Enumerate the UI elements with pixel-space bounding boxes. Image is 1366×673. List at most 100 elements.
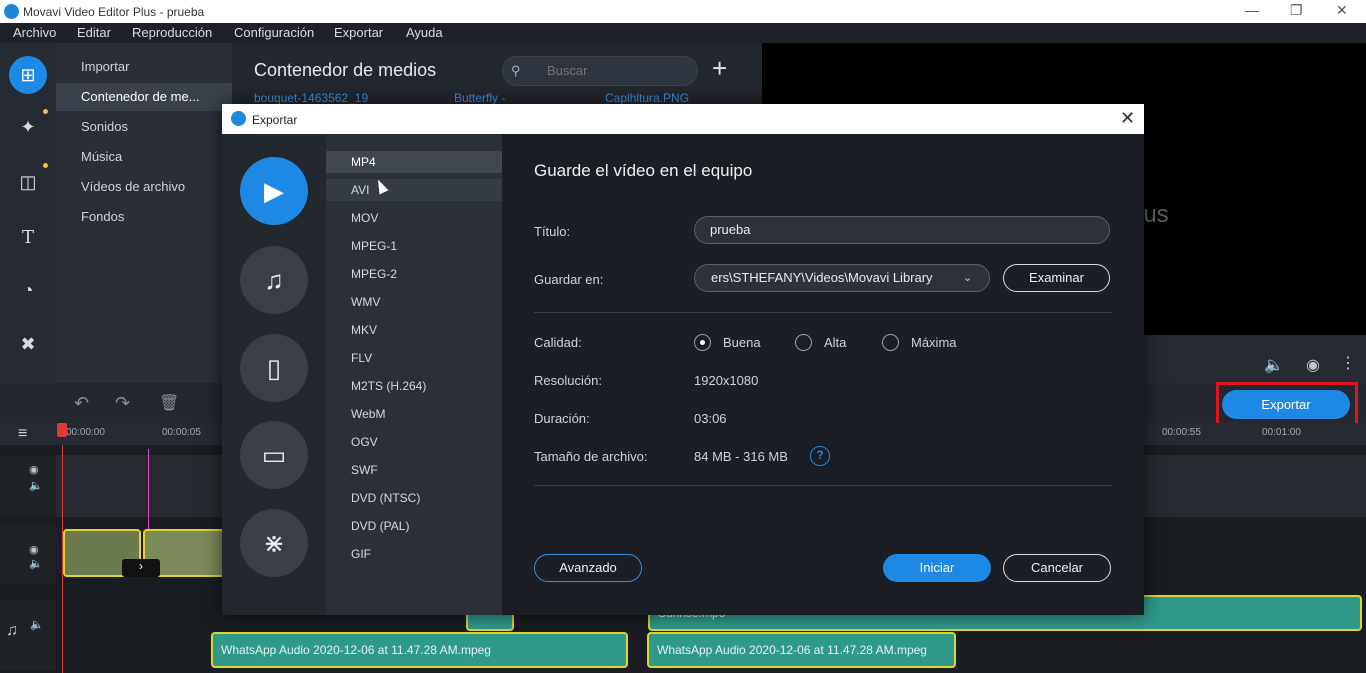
menu-configuracion[interactable]: Configuración (234, 25, 314, 40)
file-size-label: Tamaño de archivo: (534, 449, 648, 464)
audio-clip-whatsapp-1[interactable]: WhatsApp Audio 2020-12-06 at 11.47.28 AM… (211, 632, 628, 668)
category-sonidos[interactable]: Sonidos (56, 113, 232, 141)
undo-icon[interactable]: ↶ (74, 393, 89, 414)
divider (534, 312, 1112, 313)
volume-icon[interactable]: 🔈 (30, 618, 44, 631)
format-wmv[interactable]: WMV (326, 291, 502, 313)
media-title: Contenedor de medios (254, 60, 437, 80)
volume-icon[interactable]: 🔈 (1264, 355, 1284, 375)
camera-icon[interactable]: ◉ (1306, 355, 1320, 375)
format-m2ts[interactable]: M2TS (H.264) (326, 375, 502, 397)
search-input[interactable] (547, 63, 687, 78)
media-search: ⚲ (502, 56, 698, 86)
format-dvd-pal[interactable]: DVD (PAL) (326, 515, 502, 537)
volume-icon[interactable]: 🔈 (29, 557, 43, 570)
redo-icon[interactable]: ↷ (115, 393, 130, 414)
export-highlight-box (1216, 382, 1358, 427)
visibility-icon[interactable]: ◉ (29, 463, 39, 476)
track-header-1: ◉ 🔈 (0, 455, 56, 515)
share-icon[interactable]: ⋇ (240, 509, 308, 577)
menu-ayuda[interactable]: Ayuda (406, 25, 443, 40)
app-logo-icon (231, 111, 246, 126)
window-title: Movavi Video Editor Plus - prueba (23, 5, 205, 19)
add-track-icon[interactable]: ≡ (18, 425, 27, 443)
add-media-icon[interactable]: + (712, 55, 727, 81)
dialog-title-bar: Exportar ✕ (222, 104, 1144, 134)
track-header-audio: ♫ 🔈 (0, 600, 56, 670)
tools-icon[interactable]: ✖ (9, 325, 47, 363)
menu-reproduccion[interactable]: Reproducción (132, 25, 212, 40)
file-size-value: 84 MB - 316 MB (694, 449, 788, 464)
media-file-1[interactable]: bouquet-1463562_19 (254, 91, 368, 105)
quality-alta-radio[interactable] (795, 334, 812, 351)
menu-exportar[interactable]: Exportar (334, 25, 383, 40)
format-mp4[interactable]: MP4 (326, 151, 502, 173)
format-gif[interactable]: GIF (326, 543, 502, 565)
quality-maxima-radio[interactable] (882, 334, 899, 351)
category-contenedor[interactable]: Contenedor de me... (56, 83, 232, 111)
import-icon[interactable]: ⊞ (9, 56, 47, 94)
audio-clip-whatsapp-2[interactable]: WhatsApp Audio 2020-12-06 at 11.47.28 AM… (647, 632, 956, 668)
marker-line (148, 449, 149, 529)
more-options-icon[interactable]: ⋮ (1340, 353, 1356, 373)
format-mpeg2[interactable]: MPEG-2 (326, 263, 502, 285)
advanced-button[interactable]: Avanzado (534, 554, 642, 582)
format-mkv[interactable]: MKV (326, 319, 502, 341)
delete-icon[interactable]: 🗑 (159, 393, 179, 413)
save-path-select[interactable]: ers\STHEFANY\Videos\Movavi Library ⌄ (694, 264, 990, 292)
resolution-value: 1920x1080 (694, 373, 759, 388)
window-close-icon[interactable]: ✕ (1336, 2, 1348, 19)
category-videos-archivo[interactable]: Vídeos de archivo (56, 173, 232, 201)
save-in-label: Guardar en: (534, 272, 604, 287)
duration-label: Duración: (534, 411, 590, 426)
video-file-icon[interactable]: ▶ (240, 157, 308, 225)
menu-archivo[interactable]: Archivo (13, 25, 56, 40)
transition-marker-icon[interactable]: › (122, 559, 160, 577)
format-avi[interactable]: AVI (326, 179, 502, 201)
restore-icon[interactable]: ❐ (1290, 2, 1303, 19)
volume-icon[interactable]: 🔈 (29, 479, 43, 492)
playhead-handle[interactable] (57, 423, 67, 437)
transition-icon[interactable]: ◫ (9, 163, 47, 201)
format-mov[interactable]: MOV (326, 207, 502, 229)
filter-icon[interactable]: ◔ (9, 271, 47, 309)
search-icon: ⚲ (511, 63, 521, 78)
save-path-value: ers\STHEFANY\Videos\Movavi Library (711, 270, 933, 285)
media-file-2[interactable]: Butterfly - (454, 91, 505, 105)
category-importar[interactable]: Importar (56, 53, 232, 81)
category-musica[interactable]: Música (56, 143, 232, 171)
ruler-tick: 00:00:55 (1162, 427, 1201, 438)
cancel-button[interactable]: Cancelar (1003, 554, 1111, 582)
format-swf[interactable]: SWF (326, 459, 502, 481)
format-mpeg1[interactable]: MPEG-1 (326, 235, 502, 257)
format-list: MP4 AVI MOV MPEG-1 MPEG-2 WMV MKV FLV M2… (326, 134, 502, 615)
ruler-tick: 00:00:05 (162, 427, 201, 438)
minimize-icon[interactable]: — (1245, 2, 1259, 18)
ruler-tick: 00:01:00 (1262, 427, 1301, 438)
category-fondos[interactable]: Fondos (56, 203, 232, 231)
format-dvd-ntsc[interactable]: DVD (NTSC) (326, 487, 502, 509)
tv-icon[interactable]: ▭ (240, 421, 308, 489)
format-webm[interactable]: WebM (326, 403, 502, 425)
category-list: Importar Contenedor de me... Sonidos Mús… (56, 43, 232, 383)
menu-editar[interactable]: Editar (77, 25, 111, 40)
magic-wand-icon[interactable]: ✦ (9, 108, 47, 146)
browse-button[interactable]: Examinar (1003, 264, 1110, 292)
help-icon[interactable]: ? (810, 446, 830, 466)
start-button[interactable]: Iniciar (883, 554, 991, 582)
media-file-3[interactable]: Caplhltura.PNG (605, 91, 689, 105)
devices-icon[interactable]: ▯ (240, 334, 308, 402)
audio-music-icon[interactable]: ♫ (240, 246, 308, 314)
dialog-close-icon[interactable]: ✕ (1120, 108, 1135, 129)
menu-bar: Archivo Editar Reproducción Configuració… (0, 23, 1366, 43)
tool-strip: ⊞ ✦ ◫ T ◔ ✖ (0, 43, 56, 383)
text-icon[interactable]: T (9, 218, 47, 256)
quality-buena-radio[interactable] (694, 334, 711, 351)
visibility-icon[interactable]: ◉ (29, 543, 39, 556)
export-dialog: Exportar ✕ ▶ ♫ ▯ ▭ ⋇ MP4 AVI MOV MPEG-1 … (222, 104, 1144, 615)
title-input[interactable]: prueba (694, 216, 1110, 244)
dialog-heading: Guarde el vídeo en el equipo (534, 161, 753, 180)
music-note-icon: ♫ (6, 622, 18, 639)
format-ogv[interactable]: OGV (326, 431, 502, 453)
format-flv[interactable]: FLV (326, 347, 502, 369)
